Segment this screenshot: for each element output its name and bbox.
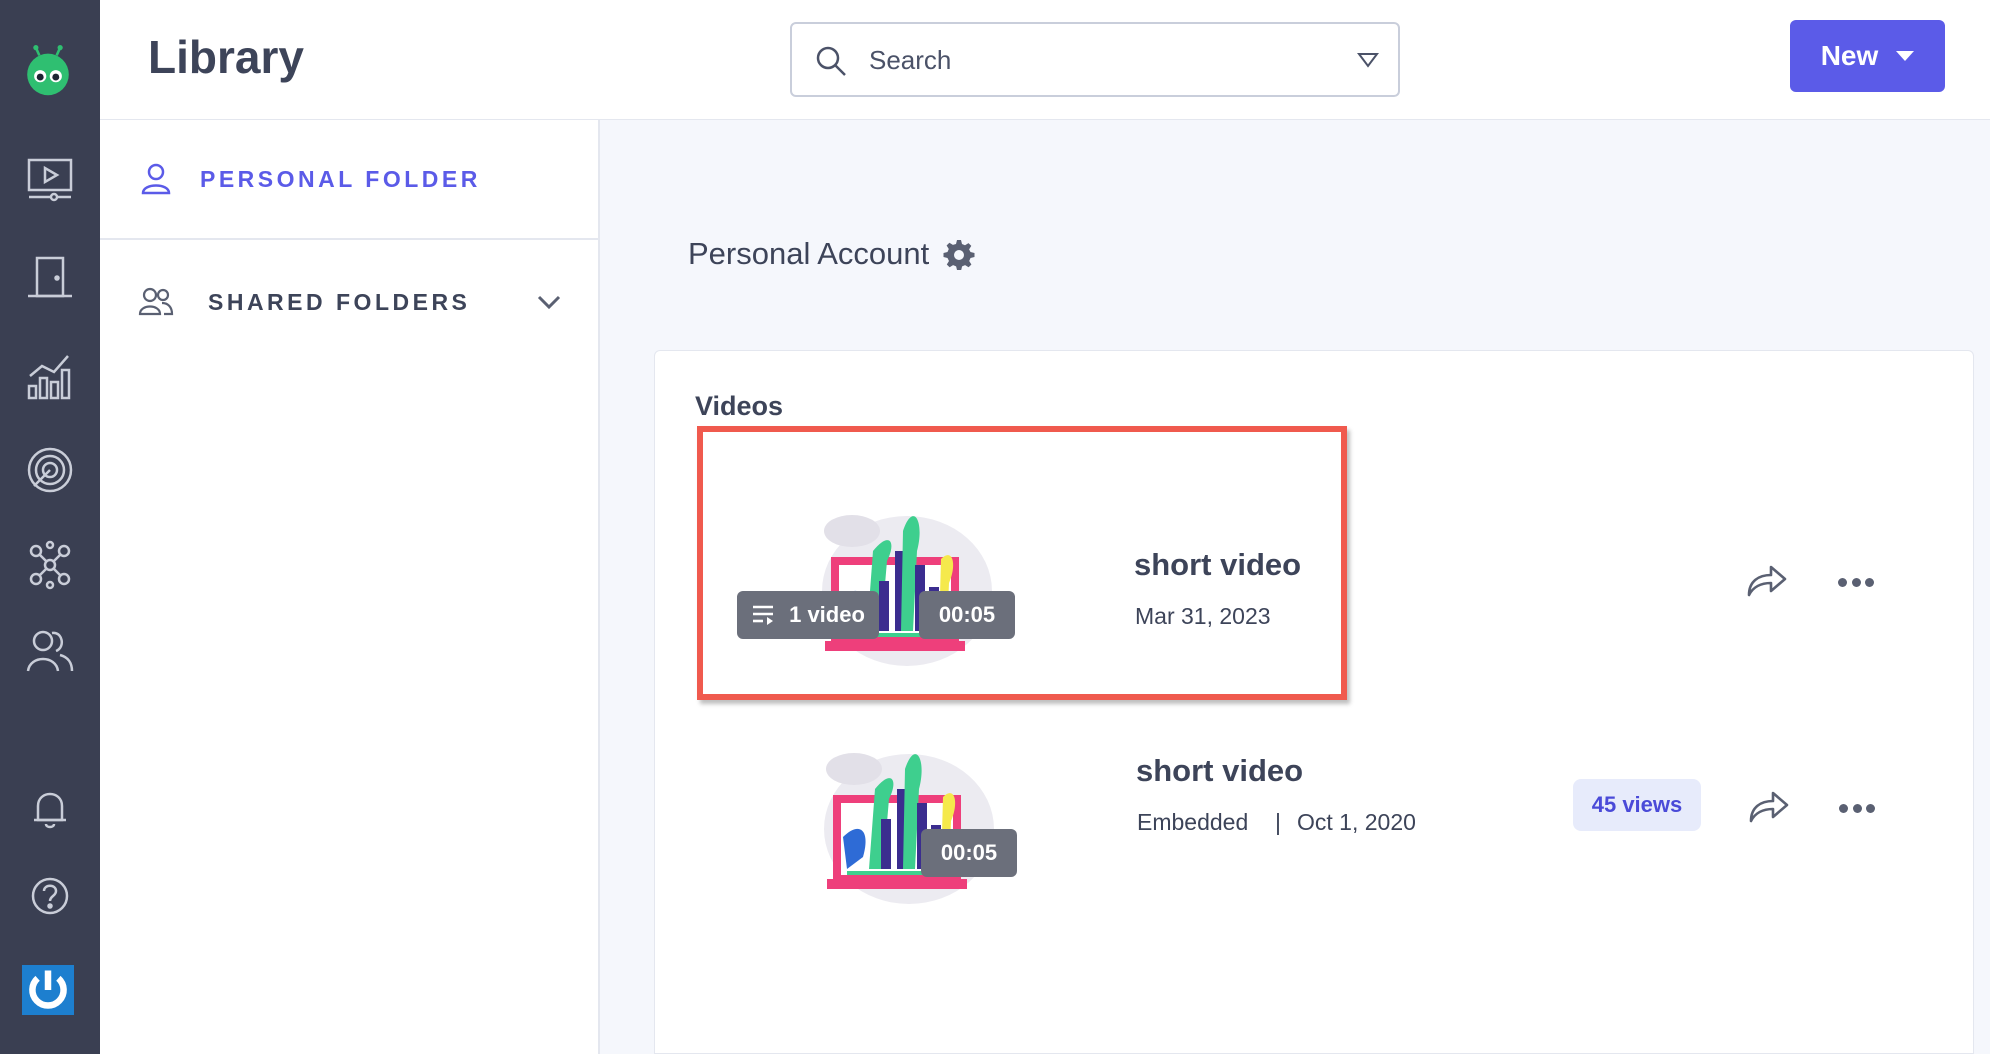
account-name: Personal Account xyxy=(688,236,930,271)
user-icon xyxy=(141,163,171,195)
section-title: Videos xyxy=(695,391,784,421)
views-badge[interactable]: 45 views xyxy=(1573,779,1701,831)
sidebar-item-shared-folders[interactable]: SHARED FOLDERS xyxy=(100,242,600,362)
video-title[interactable]: short video xyxy=(1136,753,1303,789)
analytics-icon[interactable] xyxy=(22,348,78,404)
video-source: Embedded xyxy=(1137,809,1249,835)
more-icon[interactable] xyxy=(1839,802,1875,814)
share-icon[interactable] xyxy=(1747,787,1791,827)
target-icon[interactable] xyxy=(22,442,78,498)
meta-separator: | xyxy=(1275,809,1281,835)
search-input[interactable]: Search xyxy=(790,22,1400,97)
top-bar: Library Search New xyxy=(100,0,1990,120)
sidebar-item-label: PERSONAL FOLDER xyxy=(200,165,481,192)
sidebar-item-label: SHARED FOLDERS xyxy=(208,288,471,315)
door-icon[interactable] xyxy=(22,250,78,306)
share-icon[interactable] xyxy=(1745,561,1789,601)
video-item[interactable]: 00:05 short video Embedded | Oct 1, 2020… xyxy=(655,719,1975,919)
users-icon xyxy=(138,287,174,316)
sidebar-item-personal-folder[interactable]: PERSONAL FOLDER xyxy=(100,120,600,240)
account-header: Personal Account xyxy=(688,236,975,272)
duration-badge: 00:05 xyxy=(921,829,1017,877)
search-placeholder: Search xyxy=(869,45,952,75)
team-icon[interactable] xyxy=(22,623,78,679)
folder-sidebar: PERSONAL FOLDER SHARED FOLDERS xyxy=(100,120,600,1054)
gear-icon[interactable] xyxy=(943,238,975,270)
bell-icon[interactable] xyxy=(22,782,78,838)
nav-rail xyxy=(0,0,100,1054)
dropdown-caret-icon[interactable] xyxy=(1356,50,1380,70)
video-library-icon[interactable] xyxy=(22,150,78,206)
help-icon[interactable] xyxy=(22,868,78,924)
integrations-icon[interactable] xyxy=(22,537,78,593)
chevron-down-icon xyxy=(1896,51,1915,61)
logo-icon[interactable] xyxy=(22,45,78,105)
new-button[interactable]: New xyxy=(1790,20,1945,92)
thumbnail-illustration xyxy=(824,753,994,904)
page-title: Library xyxy=(148,31,304,83)
video-thumbnail[interactable]: 00:05 xyxy=(729,719,1089,919)
highlight-box xyxy=(697,426,1347,700)
new-button-label: New xyxy=(1820,40,1879,71)
video-date: Oct 1, 2020 xyxy=(1297,809,1416,835)
more-icon[interactable] xyxy=(1838,576,1874,588)
search-icon xyxy=(816,46,846,76)
power-icon[interactable] xyxy=(22,965,74,1015)
chevron-down-icon[interactable] xyxy=(536,293,562,311)
